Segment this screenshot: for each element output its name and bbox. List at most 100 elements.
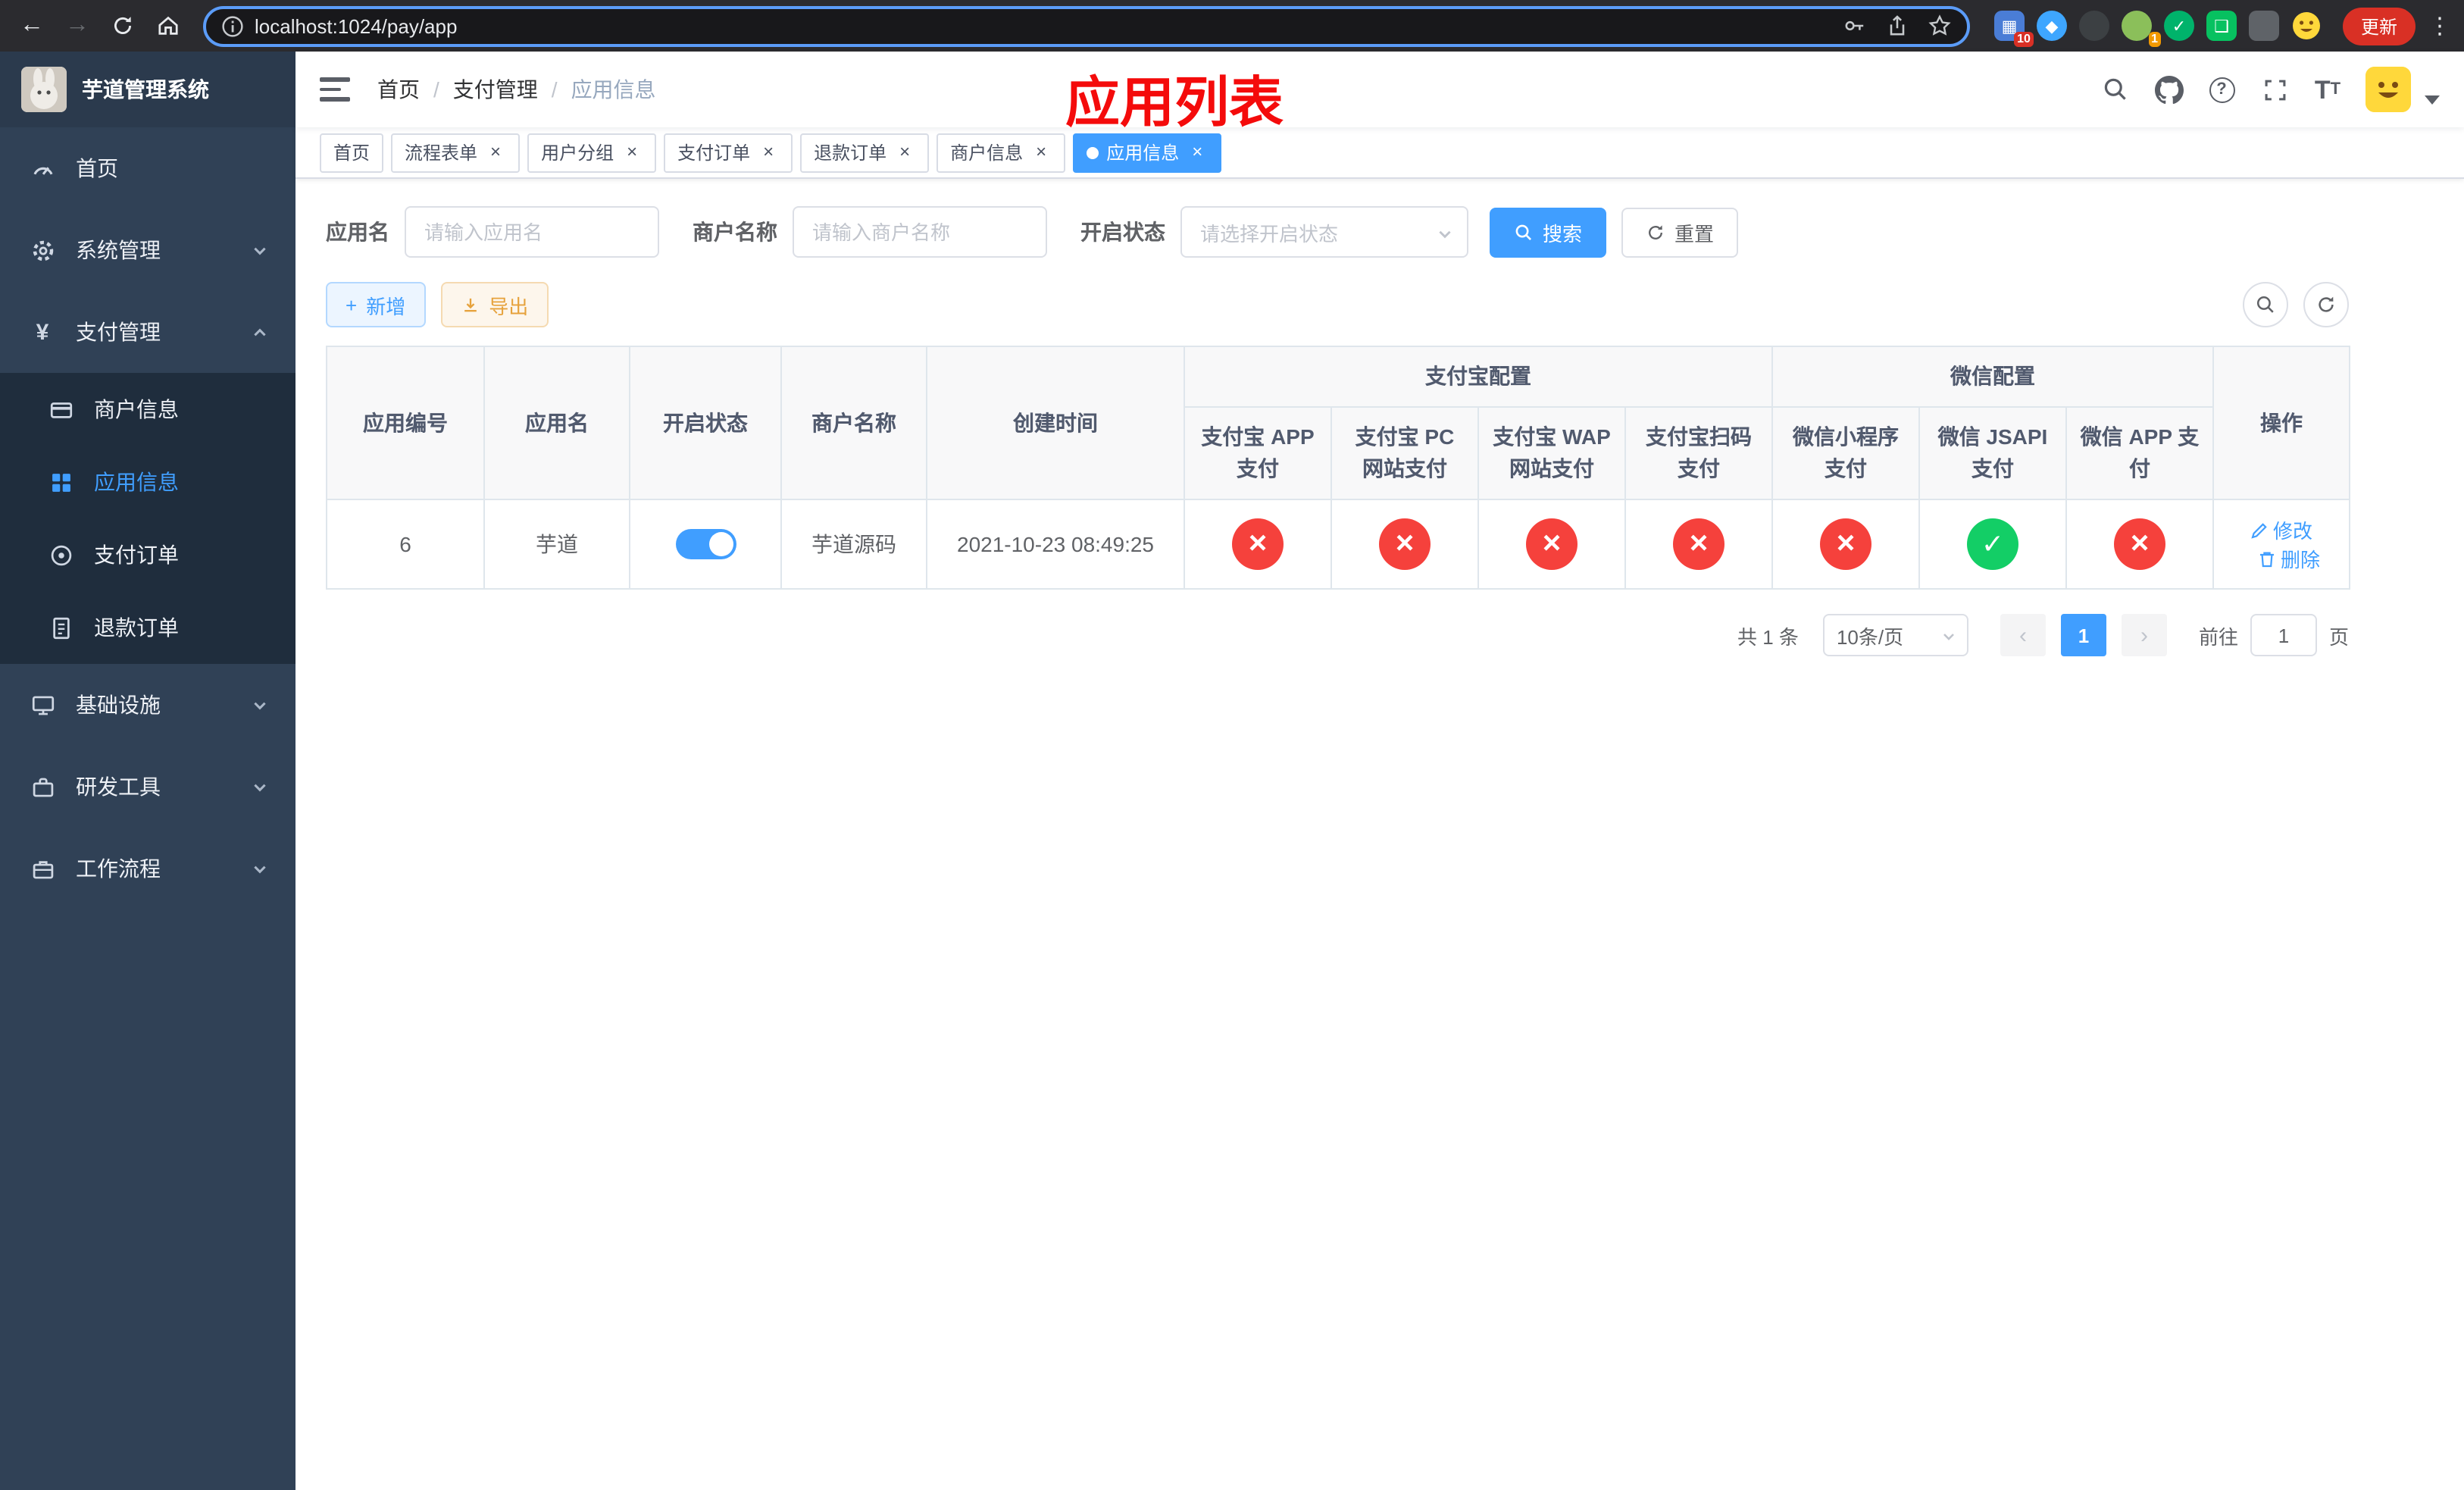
- tab-label: 支付订单: [677, 142, 751, 164]
- extension-chat-icon[interactable]: ❑: [2206, 11, 2237, 41]
- breadcrumb: 首页 / 支付管理 / 应用信息: [377, 74, 656, 105]
- cell-app-id: 6: [326, 499, 485, 590]
- bookmark-star-icon[interactable]: [1928, 14, 1952, 38]
- total-count: 共 1 条: [1737, 625, 1799, 648]
- add-button[interactable]: + 新增: [326, 282, 426, 327]
- extension-avatar-icon[interactable]: 1: [2121, 11, 2161, 47]
- cell-channel-wx-mini: ×: [1771, 499, 1920, 590]
- extension-check-icon[interactable]: ✓: [2163, 11, 2194, 41]
- page-size-select[interactable]: 10条/页: [1822, 614, 1968, 656]
- sidebar-item-system[interactable]: 系统管理: [0, 209, 295, 291]
- disabled-cross-icon: ×: [1379, 518, 1431, 570]
- sidebar-item-refund-order[interactable]: 退款订单: [0, 591, 295, 664]
- breadcrumb-home[interactable]: 首页: [377, 74, 420, 105]
- extension-drop-icon[interactable]: ◆: [2036, 11, 2067, 41]
- help-icon[interactable]: ?: [2206, 74, 2237, 105]
- browser-update-button[interactable]: 更新: [2342, 7, 2416, 45]
- annotation-title: 应用列表: [1065, 71, 1284, 133]
- user-avatar[interactable]: [2366, 67, 2411, 112]
- extension-grid-icon[interactable]: ▦ 10: [1993, 11, 2034, 47]
- status-select-placeholder: 请选择开启状态: [1200, 222, 1339, 245]
- sidebar-item-home[interactable]: 首页: [0, 127, 295, 209]
- disabled-cross-icon: ×: [1820, 518, 1871, 570]
- refresh-icon: [2319, 296, 2334, 312]
- close-icon[interactable]: ×: [1030, 141, 1052, 163]
- fullscreen-icon[interactable]: [2259, 74, 2290, 105]
- plus-icon: +: [346, 293, 358, 316]
- font-size-icon[interactable]: TT: [2312, 74, 2343, 105]
- close-icon[interactable]: ×: [621, 141, 643, 163]
- browser-toolbar: ← → localhost:1024/pay/app ▦ 10 ◆ 1 ✓ ❑ …: [0, 0, 2464, 52]
- browser-forward-button[interactable]: →: [58, 6, 97, 45]
- sidebar-item-label: 系统管理: [76, 238, 161, 262]
- sidebar-item-infra[interactable]: 基础设施: [0, 664, 295, 746]
- sidebar-item-app-info[interactable]: 应用信息: [0, 446, 295, 518]
- export-button[interactable]: 导出: [440, 282, 549, 327]
- address-bar[interactable]: localhost:1024/pay/app: [203, 5, 1970, 46]
- avatar-caret-icon[interactable]: [2425, 95, 2440, 105]
- chevron-down-icon: [252, 778, 268, 795]
- goto-suffix: 页: [2328, 625, 2349, 648]
- toggle-search-button[interactable]: [2243, 282, 2288, 327]
- status-toggle[interactable]: [675, 529, 736, 559]
- cell-channel-alipay-pc: ×: [1330, 499, 1479, 590]
- sidebar-item-pay-order[interactable]: 支付订单: [0, 518, 295, 591]
- page-content: 应用名 商户名称 开启状态 请选择开启状态 搜索: [295, 179, 2464, 1490]
- browser-refresh-button[interactable]: [103, 6, 142, 45]
- status-select[interactable]: 请选择开启状态: [1180, 206, 1468, 258]
- edit-link[interactable]: 修改: [2250, 515, 2312, 544]
- col-header-merchant: 商户名称: [780, 346, 927, 500]
- extension-puzzle-icon[interactable]: [2248, 11, 2279, 41]
- url-text: localhost:1024/pay/app: [255, 14, 458, 37]
- tab-merchant-info[interactable]: 商户信息 ×: [937, 133, 1066, 172]
- close-icon[interactable]: ×: [1187, 141, 1208, 163]
- sidebar-item-merchant-info[interactable]: 商户信息: [0, 373, 295, 446]
- bank-card-icon: [45, 394, 76, 424]
- search-button[interactable]: 搜索: [1490, 207, 1607, 257]
- share-icon[interactable]: [1885, 14, 1909, 38]
- extension-emoji-icon[interactable]: [2291, 11, 2322, 41]
- password-key-icon[interactable]: [1843, 14, 1867, 38]
- browser-menu-icon[interactable]: ⋮: [2428, 12, 2452, 39]
- trash-icon: [2260, 551, 2274, 567]
- app-name-label: 应用名: [326, 220, 389, 244]
- goto-page-input[interactable]: [2250, 614, 2317, 656]
- sidebar-item-workflow[interactable]: 工作流程: [0, 828, 295, 909]
- disabled-cross-icon: ×: [1232, 518, 1284, 570]
- sidebar-item-dev-tools[interactable]: 研发工具: [0, 746, 295, 828]
- tab-process-form[interactable]: 流程表单 ×: [391, 133, 521, 172]
- extension-badge: 1: [2148, 32, 2161, 47]
- next-page-button[interactable]: ›: [2121, 614, 2167, 656]
- tab-home[interactable]: 首页: [320, 133, 384, 172]
- refresh-table-button[interactable]: [2303, 282, 2349, 327]
- chevron-down-icon: [252, 242, 268, 258]
- tab-refund-order[interactable]: 退款订单 ×: [800, 133, 930, 172]
- tab-user-group[interactable]: 用户分组 ×: [527, 133, 657, 172]
- close-icon[interactable]: ×: [894, 141, 915, 163]
- browser-home-button[interactable]: [149, 6, 188, 45]
- table-toolbar: + 新增 导出: [326, 282, 2349, 327]
- chevron-down-icon: [252, 860, 268, 877]
- close-icon[interactable]: ×: [758, 141, 779, 163]
- extension-dark-icon[interactable]: [2078, 11, 2109, 41]
- tab-pay-order[interactable]: 支付订单 ×: [664, 133, 793, 172]
- merchant-name-input[interactable]: [793, 206, 1047, 258]
- tab-app-info[interactable]: 应用信息 ×: [1073, 133, 1222, 172]
- reset-button[interactable]: 重置: [1621, 207, 1739, 257]
- breadcrumb-current: 应用信息: [571, 77, 656, 102]
- goto-page: 前往 页: [2199, 614, 2349, 656]
- app-name-input[interactable]: [405, 206, 659, 258]
- browser-back-button[interactable]: ←: [12, 6, 52, 45]
- sidebar-item-payment[interactable]: ¥ 支付管理: [0, 291, 295, 373]
- merchant-name-label: 商户名称: [693, 220, 777, 244]
- breadcrumb-payment[interactable]: 支付管理: [453, 74, 538, 105]
- search-icon[interactable]: [2100, 74, 2131, 105]
- close-icon[interactable]: ×: [485, 141, 506, 163]
- page-number-1[interactable]: 1: [2060, 614, 2106, 656]
- github-icon[interactable]: [2153, 74, 2184, 105]
- sidebar-logo[interactable]: 芋道管理系统: [0, 52, 295, 127]
- prev-page-button[interactable]: ‹: [2000, 614, 2046, 656]
- hamburger-icon[interactable]: [320, 73, 353, 106]
- col-header-wx-jsapi: 微信 JSAPI 支付: [1918, 406, 2067, 500]
- delete-link[interactable]: 删除: [2258, 544, 2320, 573]
